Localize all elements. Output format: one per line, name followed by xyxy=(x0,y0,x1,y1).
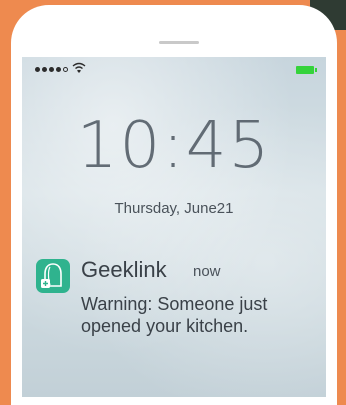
battery-tip xyxy=(315,68,317,72)
lock-screen-time: 10:45 xyxy=(76,109,272,183)
door-sensor-icon xyxy=(41,263,62,288)
battery-icon xyxy=(296,66,314,74)
notification-app-name[interactable]: Geeklink xyxy=(81,257,167,283)
geeklink-app-icon[interactable] xyxy=(36,259,70,293)
signal-strength-icon xyxy=(35,67,68,72)
status-bar xyxy=(22,57,326,79)
speaker-grille xyxy=(159,41,199,44)
lock-screen: 10:45 Thursday, June21 Geeklink now Warn… xyxy=(22,57,326,397)
lock-screen-date: Thursday, June21 xyxy=(114,200,234,217)
notification-time: now xyxy=(193,263,221,280)
notification-message[interactable]: Warning: Someone just opened your kitche… xyxy=(81,293,311,337)
wifi-icon xyxy=(72,62,86,73)
